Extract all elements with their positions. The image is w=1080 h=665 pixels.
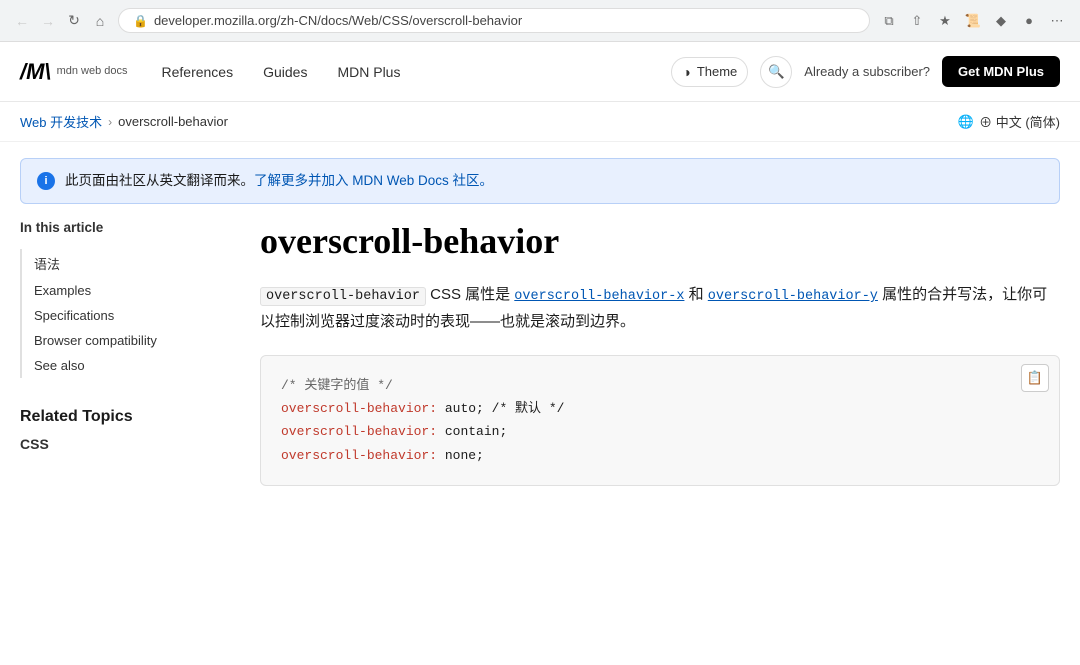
desc-text2: 和 xyxy=(689,286,708,303)
breadcrumb-separator: › xyxy=(108,115,112,129)
copy-icon: 📋 xyxy=(1027,370,1043,386)
profile-icon[interactable]: ● xyxy=(1018,10,1040,32)
url-text: developer.mozilla.org/zh-CN/docs/Web/CSS… xyxy=(154,13,522,28)
link-overscroll-y[interactable]: overscroll-behavior-y xyxy=(708,289,878,304)
reader-icon[interactable]: 📜 xyxy=(962,10,984,32)
code-comment-1: /* 关键字的值 */ xyxy=(281,378,393,393)
nav-mdn-plus[interactable]: MDN Plus xyxy=(323,56,414,88)
banner-text: 此页面由社区从英文翻译而来。了解更多并加入 MDN Web Docs 社区。 xyxy=(65,171,493,191)
code-line-comment: /* 关键字的值 */ xyxy=(281,374,1039,397)
toc-item-specifications[interactable]: Specifications xyxy=(22,303,220,328)
code-prop-1: overscroll-behavior: xyxy=(281,401,437,416)
page-title: overscroll-behavior xyxy=(260,220,1060,262)
link-overscroll-x[interactable]: overscroll-behavior-x xyxy=(514,289,684,304)
address-bar[interactable]: 🔒 developer.mozilla.org/zh-CN/docs/Web/C… xyxy=(118,8,870,33)
desc-text1: CSS 属性是 xyxy=(430,286,514,303)
related-css-label: CSS xyxy=(20,436,220,452)
refresh-button[interactable]: ↻ xyxy=(64,11,84,31)
mdn-logo[interactable]: /M\ mdn web docs xyxy=(20,59,128,85)
get-plus-button[interactable]: Get MDN Plus xyxy=(942,56,1060,87)
code-block-container: 📋 /* 关键字的值 */ overscroll-behavior: auto;… xyxy=(260,355,1060,487)
nav-references[interactable]: References xyxy=(148,56,248,88)
nav-guides[interactable]: Guides xyxy=(249,56,321,88)
banner-link[interactable]: 了解更多并加入 MDN Web Docs 社区。 xyxy=(254,173,493,188)
sidebar: In this article 语法 Examples Specificatio… xyxy=(20,220,240,486)
toc-item-syntax[interactable]: 语法 xyxy=(22,249,220,278)
browser-chrome: ← → ↻ ⌂ 🔒 developer.mozilla.org/zh-CN/do… xyxy=(0,0,1080,42)
toc-item-compat[interactable]: Browser compatibility xyxy=(22,328,220,353)
language-switcher[interactable]: 🌐 ⊕ 中文 (简体) xyxy=(958,112,1060,131)
related-topics-title: Related Topics xyxy=(20,408,220,426)
code-val-3: none; xyxy=(445,448,484,463)
menu-icon[interactable]: ⋯ xyxy=(1046,10,1068,32)
info-icon: i xyxy=(37,172,55,190)
browser-actions: ⧉ ⇧ ★ 📜 ◆ ● ⋯ xyxy=(878,10,1068,32)
logo-text: mdn web docs xyxy=(57,65,128,77)
toc-title: In this article xyxy=(20,220,220,235)
code-line-2: overscroll-behavior: contain; xyxy=(281,420,1039,443)
home-button[interactable]: ⌂ xyxy=(90,11,110,31)
logo-m-icon: /M\ xyxy=(20,59,51,85)
nav-buttons: ← → ↻ ⌂ xyxy=(12,11,110,31)
theme-button[interactable]: ◑ Theme xyxy=(671,57,748,87)
code-val-1: auto; /* 默认 */ xyxy=(445,401,565,416)
open-tab-icon[interactable]: ⧉ xyxy=(878,10,900,32)
inline-code-overscroll: overscroll-behavior xyxy=(260,287,426,306)
copy-button[interactable]: 📋 xyxy=(1021,364,1049,392)
globe-icon: 🌐 xyxy=(958,114,974,130)
forward-button[interactable]: → xyxy=(38,11,58,31)
search-icon: 🔍 xyxy=(768,64,785,80)
toc-list: 语法 Examples Specifications Browser compa… xyxy=(20,249,220,378)
code-line-1: overscroll-behavior: auto; /* 默认 */ xyxy=(281,397,1039,420)
lock-icon: 🔒 xyxy=(133,14,148,28)
bookmark-icon[interactable]: ★ xyxy=(934,10,956,32)
header-right: ◑ Theme 🔍 Already a subscriber? Get MDN … xyxy=(671,56,1060,88)
code-prop-2: overscroll-behavior: xyxy=(281,424,437,439)
code-val-2: contain; xyxy=(445,424,507,439)
toc-item-see-also[interactable]: See also xyxy=(22,353,220,378)
breadcrumb: Web 开发技术 › overscroll-behavior xyxy=(20,112,228,131)
breadcrumb-parent[interactable]: Web 开发技术 xyxy=(20,112,102,131)
code-toolbar: 📋 xyxy=(1021,364,1049,392)
breadcrumb-bar: Web 开发技术 › overscroll-behavior 🌐 ⊕ 中文 (简… xyxy=(0,102,1080,142)
back-button[interactable]: ← xyxy=(12,11,32,31)
page-description: overscroll-behavior CSS 属性是 overscroll-b… xyxy=(260,282,1060,334)
code-prop-3: overscroll-behavior: xyxy=(281,448,437,463)
subscriber-text: Already a subscriber? xyxy=(804,64,930,79)
code-line-3: overscroll-behavior: none; xyxy=(281,444,1039,467)
main-nav: References Guides MDN Plus xyxy=(148,56,415,88)
mdn-header: /M\ mdn web docs References Guides MDN P… xyxy=(0,42,1080,102)
code-block: /* 关键字的值 */ overscroll-behavior: auto; /… xyxy=(261,356,1059,486)
breadcrumb-current: overscroll-behavior xyxy=(118,114,228,129)
toc-item-examples[interactable]: Examples xyxy=(22,278,220,303)
share-icon[interactable]: ⇧ xyxy=(906,10,928,32)
theme-icon: ◑ xyxy=(682,64,690,80)
theme-label: Theme xyxy=(697,64,737,79)
main-layout: In this article 语法 Examples Specificatio… xyxy=(0,220,1080,486)
extension-icon[interactable]: ◆ xyxy=(990,10,1012,32)
main-content: overscroll-behavior overscroll-behavior … xyxy=(240,220,1060,486)
search-button[interactable]: 🔍 xyxy=(760,56,792,88)
lang-text: ⊕ 中文 (简体) xyxy=(979,112,1060,131)
translation-banner: i 此页面由社区从英文翻译而来。了解更多并加入 MDN Web Docs 社区。 xyxy=(20,158,1060,204)
